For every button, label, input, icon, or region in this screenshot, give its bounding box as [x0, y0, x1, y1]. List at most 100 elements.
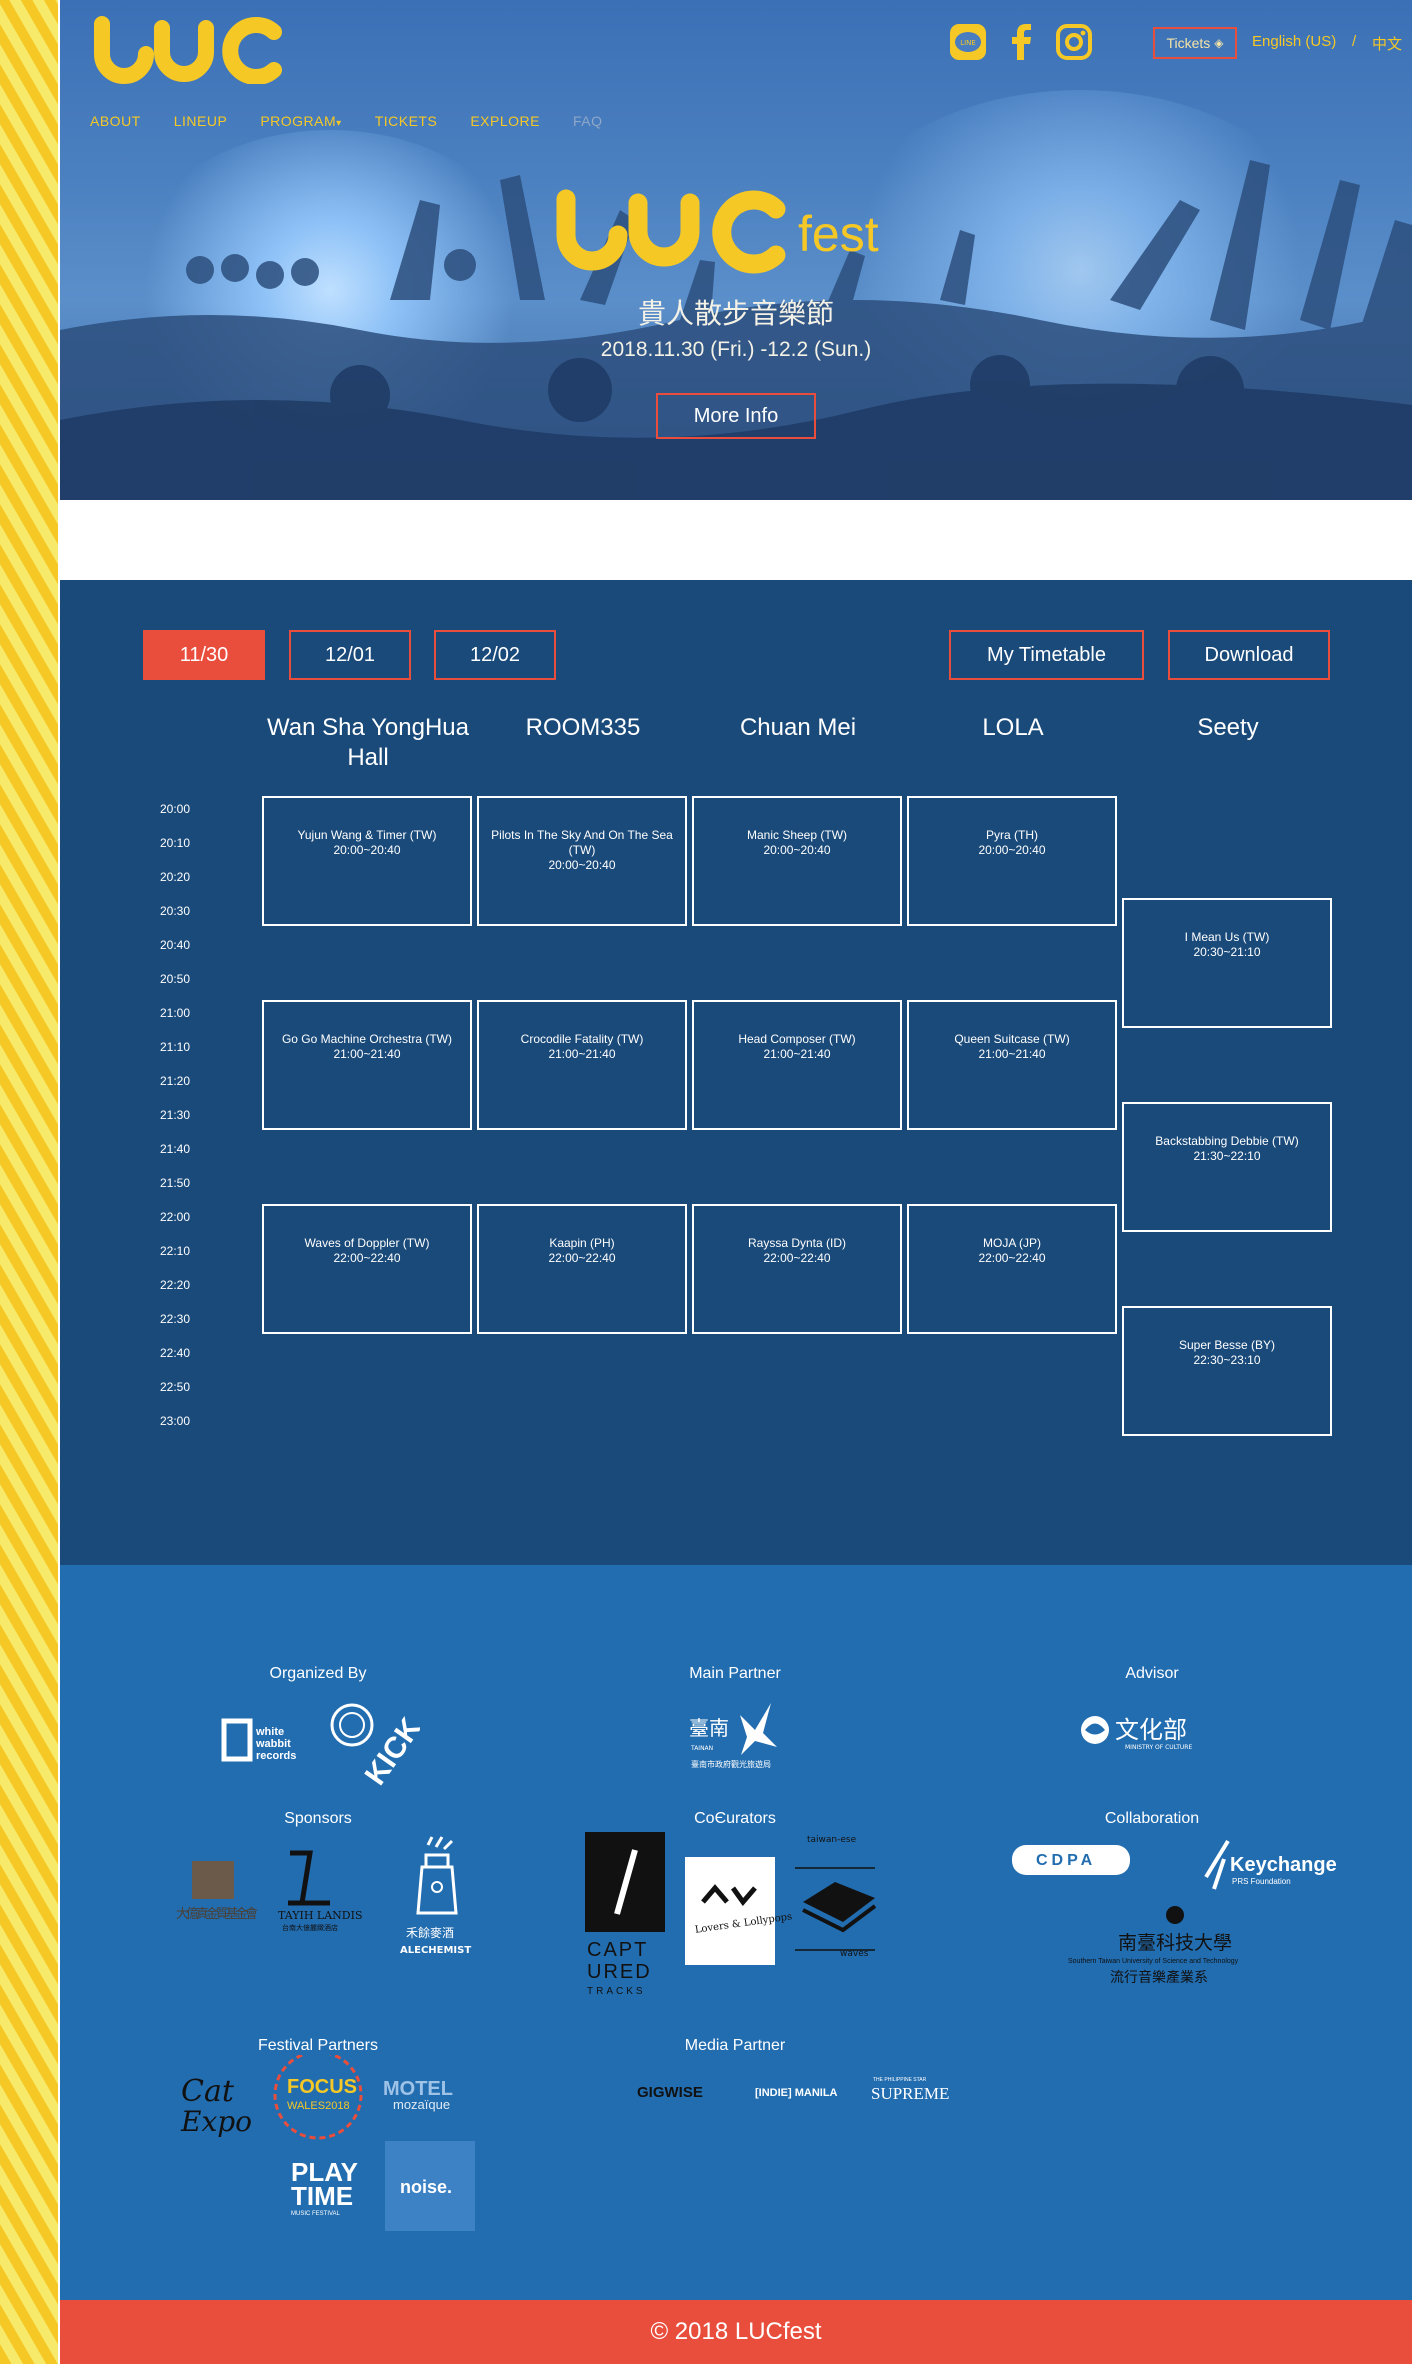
download-button[interactable]: Download: [1168, 630, 1330, 680]
slot-time: 22:00~22:40: [333, 1251, 401, 1265]
captured-tracks-logo[interactable]: CAPT URED TRACKS: [585, 1832, 665, 1997]
gigwise-logo[interactable]: GIGWISE: [637, 2084, 703, 2101]
slot-time: 22:00~22:40: [548, 1251, 616, 1265]
hero-subtitle: 貴人散步音樂節: [637, 298, 834, 329]
timetable-slot[interactable]: Rayssa Dynta (ID) 22:00~22:40: [692, 1204, 902, 1334]
svg-text:taiwan-ese: taiwan-ese: [807, 1835, 857, 1845]
foundation-logo[interactable]: 大億真金質基金會: [176, 1861, 258, 1922]
nav-tickets[interactable]: TICKETS: [375, 113, 438, 129]
slot-artist: Go Go Machine Orchestra (TW): [281, 1032, 453, 1046]
timetable-slot[interactable]: Queen Suitcase (TW) 21:00~21:40: [907, 1000, 1117, 1130]
day-tab-1201[interactable]: 12/01: [289, 630, 411, 680]
timetable-slot[interactable]: Crocodile Fatality (TW) 21:00~21:40: [477, 1000, 687, 1130]
timetable-slot[interactable]: Super Besse (BY) 22:30~23:10: [1122, 1306, 1332, 1436]
time-label: 20:40: [160, 938, 191, 952]
ministry-of-culture-logo[interactable]: 文化部 MINISTRY OF CULTURE: [1075, 1705, 1235, 1755]
my-timetable-button[interactable]: My Timetable: [949, 630, 1144, 680]
svg-text:Expo: Expo: [180, 2105, 252, 2138]
playtime-logo[interactable]: PLAY TIME MUSIC FESTIVAL: [291, 2157, 358, 2217]
cocurator-logos: CAPT URED TRACKS Lovers & Lollypops taiw…: [585, 1832, 877, 1997]
taiwanese-waves-logo[interactable]: taiwan-ese waves: [795, 1835, 877, 1959]
lang-english-link[interactable]: English (US): [1252, 33, 1336, 50]
svg-text:MINISTRY OF CULTURE: MINISTRY OF CULTURE: [1125, 1744, 1192, 1751]
supreme-logo[interactable]: SUPREME: [871, 2084, 949, 2103]
nav-faq[interactable]: FAQ: [573, 113, 603, 129]
tickets-label: Tickets: [1166, 35, 1211, 51]
svg-text:mozaïque: mozaïque: [393, 2097, 450, 2112]
cocurators-title: CoЄurators: [694, 1810, 776, 1827]
indie-manila-logo[interactable]: [INDIE] MANILA: [755, 2087, 838, 2099]
svg-text:URED: URED: [587, 1961, 652, 1983]
svg-text:TAYIH LANDIS: TAYIH LANDIS: [278, 1909, 363, 1922]
lang-chinese-link[interactable]: 中文: [1372, 33, 1402, 54]
timetable-slot[interactable]: Backstabbing Debbie (TW) 21:30~22:10: [1122, 1102, 1332, 1232]
instagram-icon[interactable]: [1054, 22, 1094, 62]
svg-text:Southern Taiwan University of: Southern Taiwan University of Science an…: [1068, 1958, 1239, 1965]
timetable-slot[interactable]: Waves of Doppler (TW) 22:00~22:40: [262, 1204, 472, 1334]
lucfest-logo-mark: fest: [556, 189, 879, 274]
timetable-slot[interactable]: MOJA (JP) 22:00~22:40: [907, 1204, 1117, 1334]
slot-artist: I Mean Us (TW): [1184, 930, 1270, 944]
timetable-section: 11/30 12/01 12/02 My Timetable Download …: [60, 580, 1412, 1565]
venue-seety: Seety: [1197, 714, 1259, 741]
slot-time: 21:00~21:40: [548, 1047, 616, 1061]
timetable-slot[interactable]: I Mean Us (TW) 20:30~21:10: [1122, 898, 1332, 1028]
luc-logo[interactable]: [84, 14, 284, 89]
nav-program[interactable]: PROGRAM▾: [260, 113, 341, 129]
more-info-button[interactable]: More Info: [656, 393, 816, 439]
slot-artist: Pyra (TH): [986, 828, 1038, 842]
line-icon[interactable]: LINE: [948, 22, 988, 62]
white-wabbit-logo[interactable]: white wabbit records: [221, 1718, 296, 1762]
tayih-landis-logo[interactable]: TAYIH LANDIS 台南大億麗緻酒店: [278, 1850, 363, 1932]
time-label: 21:30: [160, 1108, 191, 1122]
sponsors-section: Organized By Main Partner Advisor Sponso…: [60, 1565, 1412, 2300]
motel-mozaique-logo[interactable]: MOTEL mozaïque: [383, 2078, 453, 2112]
time-label: 22:30: [160, 1312, 191, 1326]
social-links: LINE: [948, 22, 1094, 62]
hero-date: 2018.11.30 (Fri.) -12.2 (Sun.): [600, 338, 872, 361]
organizer-logos: white wabbit records KICK: [221, 1703, 420, 1791]
luc-logo-mark: [94, 16, 282, 85]
timetable-slot[interactable]: Pyra (TH) 20:00~20:40: [907, 796, 1117, 926]
tainan-tourism-logo[interactable]: 臺南 TAINAN 臺南市政府觀光旅遊局: [685, 1695, 785, 1775]
slot-artist: Waves of Doppler (TW): [304, 1236, 430, 1250]
tickets-button[interactable]: Tickets ◈: [1153, 27, 1237, 59]
alechemist-logo[interactable]: 禾餘麥酒 ALECHEMIST: [400, 1836, 471, 1956]
nav-explore[interactable]: EXPLORE: [470, 113, 540, 129]
focus-wales-logo[interactable]: FOCUS WALES2018: [273, 2055, 363, 2140]
noise-logo[interactable]: noise.: [385, 2141, 475, 2231]
timetable-slot[interactable]: Pilots In The Sky And On The Sea (TW) 20:…: [477, 796, 687, 926]
keychange-logo[interactable]: Keychange PRS Foundation: [1204, 1839, 1337, 1890]
collaboration-logos: CDPA Keychange PRS Foundation 南臺科技大學 Sou…: [1012, 1839, 1337, 1986]
lovers-lollypops-logo[interactable]: Lovers & Lollypops: [685, 1857, 793, 1965]
hero-banner: LINE Tickets ◈ English (US) / 中文 ABOUT L…: [60, 0, 1412, 500]
stust-logo[interactable]: 南臺科技大學 Southern Taiwan University of Sci…: [1068, 1906, 1239, 1986]
slot-time: 20:00~20:40: [333, 843, 401, 857]
nav-lineup[interactable]: LINEUP: [174, 113, 228, 129]
collaboration-title: Collaboration: [1104, 1810, 1200, 1827]
timetable-slot[interactable]: Manic Sheep (TW) 20:00~20:40: [692, 796, 902, 926]
slot-time: 21:30~22:10: [1193, 1149, 1261, 1163]
caret-down-icon: ▾: [336, 118, 342, 129]
svg-text:文化部: 文化部: [1115, 1716, 1187, 1744]
cat-expo-logo[interactable]: Cat Expo: [180, 2074, 252, 2138]
timetable-slot[interactable]: Go Go Machine Orchestra (TW) 21:00~21:40: [262, 1000, 472, 1130]
day-tab-1130[interactable]: 11/30: [143, 630, 265, 680]
slot-artist: Backstabbing Debbie (TW): [1155, 1134, 1299, 1148]
day-tab-1202[interactable]: 12/02: [434, 630, 556, 680]
timetable-slot[interactable]: Yujun Wang & Timer (TW) 20:00~20:40: [262, 796, 472, 926]
venue-wansha: Wan Sha YongHua Hall: [267, 714, 469, 771]
main-nav: ABOUT LINEUP PROGRAM▾ TICKETS EXPLORE FA…: [90, 113, 635, 129]
cdpa-logo[interactable]: CDPA: [1012, 1845, 1130, 1875]
supreme-tagline: THE PHILIPPINE STAR: [873, 2077, 927, 2083]
kick-logo[interactable]: KICK: [330, 1703, 420, 1791]
slot-artist: Super Besse (BY): [1178, 1338, 1276, 1352]
timetable-slot[interactable]: Kaapin (PH) 22:00~22:40: [477, 1204, 687, 1334]
facebook-icon[interactable]: [1006, 22, 1036, 62]
timetable-slot[interactable]: Head Composer (TW) 21:00~21:40: [692, 1000, 902, 1130]
svg-text:PRS Foundation: PRS Foundation: [1232, 1877, 1291, 1886]
main-partner-title: Main Partner: [689, 1665, 781, 1682]
time-label: 20:20: [160, 870, 191, 884]
slot-artist: Queen Suitcase (TW): [954, 1032, 1070, 1046]
nav-about[interactable]: ABOUT: [90, 113, 141, 129]
